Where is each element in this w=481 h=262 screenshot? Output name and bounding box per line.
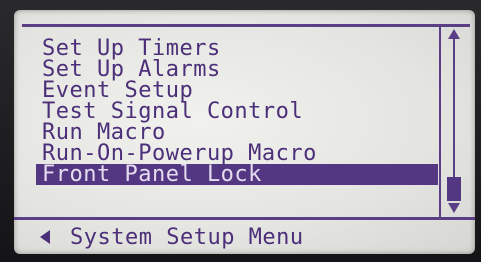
arrow-down-icon[interactable] (448, 203, 460, 213)
menu-item-run-on-powerup-macro[interactable]: Run-On-Powerup Macro (36, 143, 438, 165)
footer-bar: System Setup Menu (28, 222, 458, 252)
menu-item-event-setup[interactable]: Event Setup (36, 80, 438, 102)
arrow-up-icon[interactable] (448, 29, 460, 39)
top-divider (22, 24, 470, 27)
menu-item-run-macro[interactable]: Run Macro (36, 122, 438, 144)
lcd-screen: Set Up Timers Set Up Alarms Event Setup … (14, 10, 475, 254)
menu-list: Set Up Timers Set Up Alarms Event Setup … (36, 38, 456, 186)
menu-item-front-panel-lock[interactable]: Front Panel Lock (36, 164, 438, 186)
menu-title: System Setup Menu (70, 224, 304, 250)
device-bezel: Set Up Timers Set Up Alarms Event Setup … (0, 0, 481, 262)
scrollbar[interactable] (439, 27, 468, 217)
scrollbar-thumb[interactable] (447, 177, 461, 201)
menu-item-test-signal-control[interactable]: Test Signal Control (36, 101, 438, 123)
menu-item-set-up-alarms[interactable]: Set Up Alarms (36, 59, 438, 81)
triangle-left-icon[interactable] (40, 230, 50, 244)
menu-item-set-up-timers[interactable]: Set Up Timers (36, 38, 438, 60)
bottom-divider (14, 217, 475, 220)
scrollbar-track[interactable] (453, 39, 455, 199)
